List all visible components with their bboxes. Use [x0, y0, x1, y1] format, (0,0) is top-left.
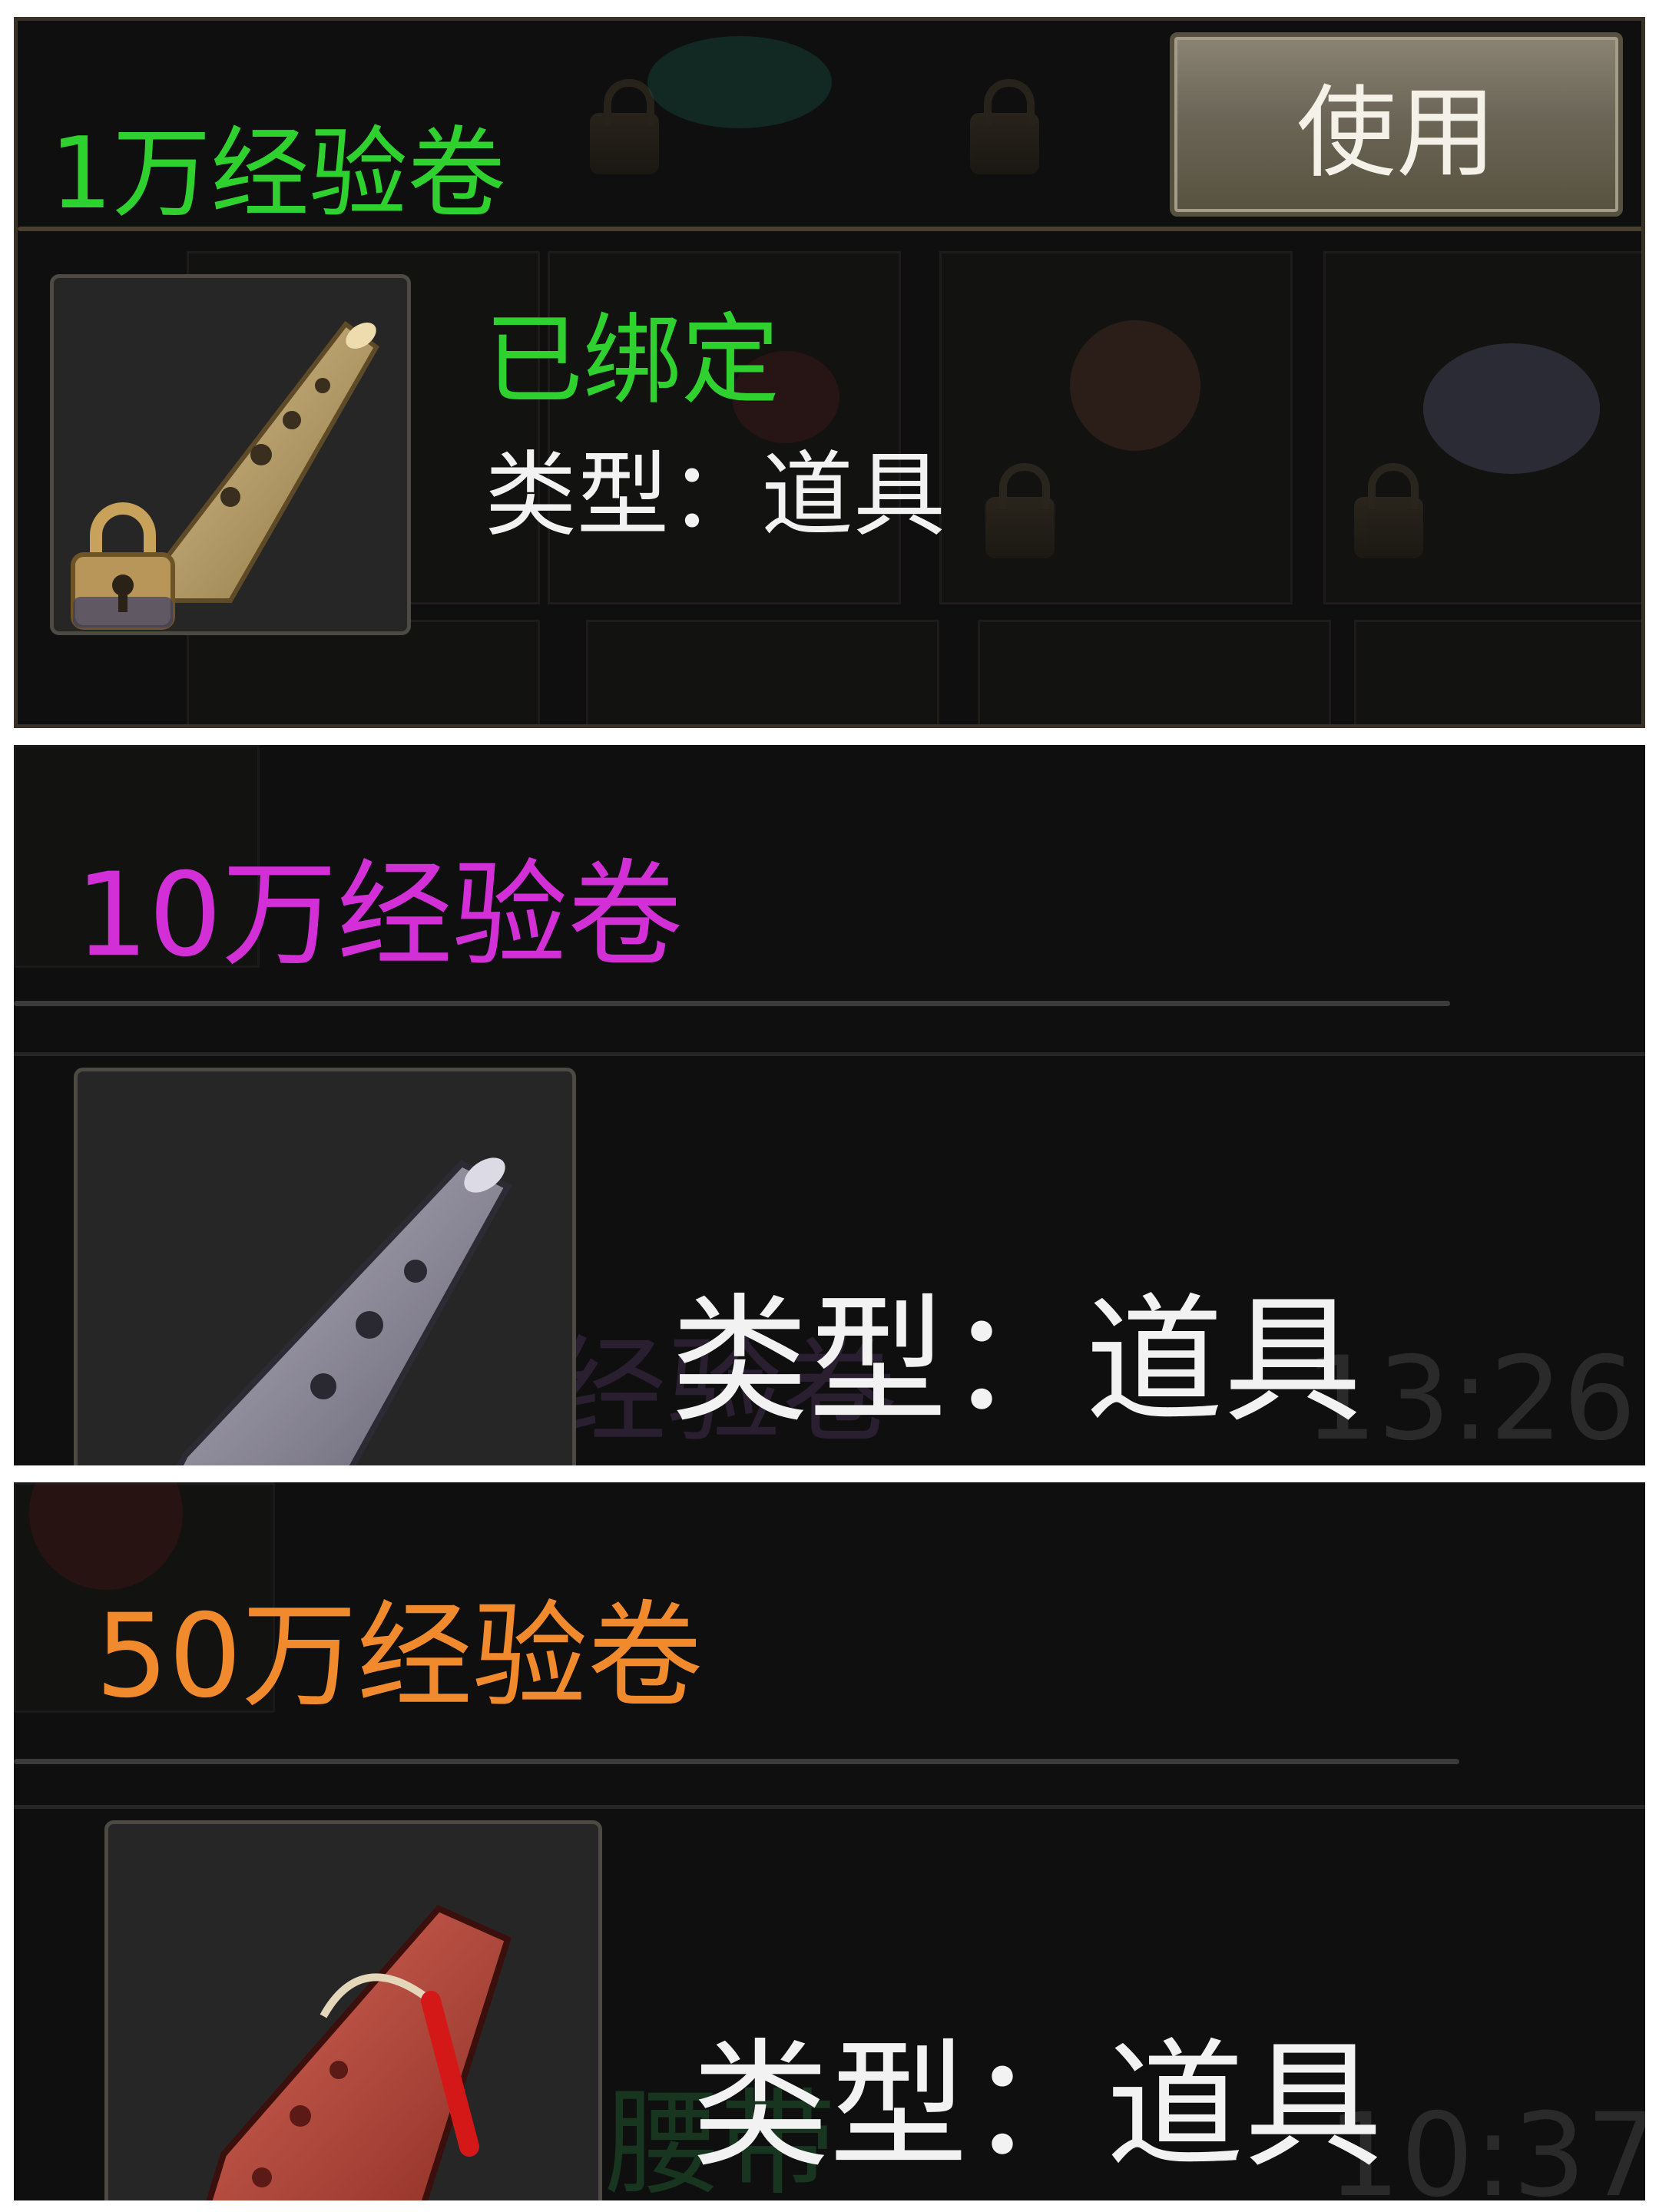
type-value: 道具: [1085, 1281, 1363, 1442]
item-type: 类型：道具: [671, 1248, 1362, 1449]
type-label: 类型: [671, 1281, 948, 1442]
item-icon-slot: [104, 1820, 602, 2200]
item-tooltip-3: 腰带 10:37 50万经验卷 类型：道具: [14, 1482, 1645, 2200]
bg-item-art: [1423, 343, 1600, 474]
type-label: 类型: [485, 442, 669, 549]
lock-icon: [71, 502, 175, 630]
bg-lock-icon: [985, 463, 1055, 558]
bg-lock-icon: [970, 79, 1039, 174]
divider: [14, 1759, 1459, 1764]
bg-lock-icon: [1354, 463, 1423, 558]
item-icon-slot: [50, 274, 411, 635]
type-label: 类型: [691, 2026, 969, 2187]
bg-inventory-slot: [978, 620, 1331, 724]
bg-inventory-slot: [586, 620, 939, 724]
type-value: 道具: [1106, 2026, 1383, 2187]
bg-inventory-slot: [187, 620, 540, 724]
item-type: 类型：道具: [485, 420, 945, 554]
divider: [18, 227, 1641, 231]
bg-item-art: [1070, 320, 1200, 451]
divider: [14, 1001, 1450, 1006]
use-button[interactable]: 使用: [1170, 32, 1623, 217]
item-type: 类型：道具: [691, 1993, 1382, 2194]
bg-inventory-slot: [1354, 620, 1641, 724]
item-name: 50万经验卷: [95, 1590, 703, 1724]
scroll-red-icon: [206, 1905, 512, 2200]
item-name: 10万经验卷: [75, 849, 683, 982]
type-colon: ：: [947, 1281, 1086, 1442]
item-icon-slot: [74, 1068, 576, 1465]
type-colon: ：: [669, 442, 761, 549]
bg-line: [14, 1052, 1645, 1056]
item-tooltip-1: 1万经验卷 使用 已绑定 类型：道具: [14, 17, 1645, 728]
type-value: 道具: [761, 442, 945, 549]
item-name: 1万经验卷: [50, 117, 506, 231]
bg-item-art: [647, 36, 832, 128]
item-tooltip-2: 经验卷 13:26 10万经验卷 类型：道具: [14, 745, 1645, 1465]
bound-status: 已绑定: [485, 303, 780, 418]
scroll-grey-icon: [177, 1157, 512, 1465]
bg-line: [14, 1805, 1645, 1809]
bg-lock-icon: [590, 79, 659, 174]
type-colon: ：: [968, 2026, 1107, 2187]
